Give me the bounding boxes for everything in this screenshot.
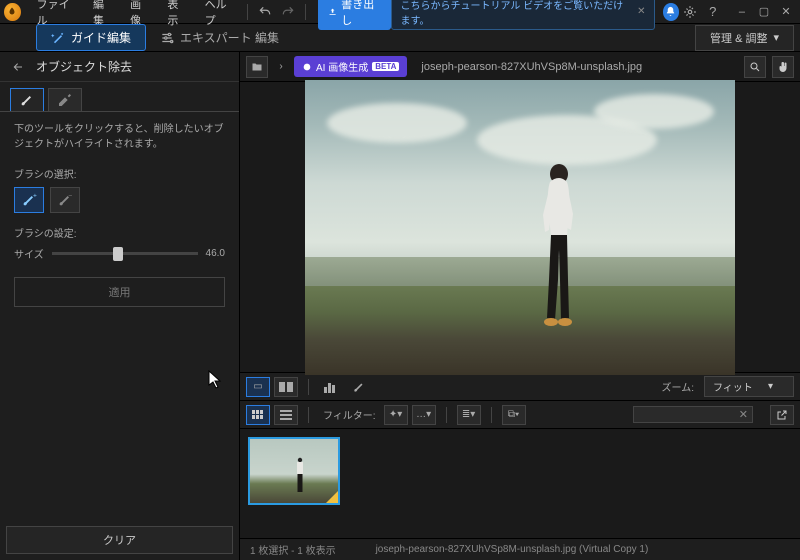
view-compare-button[interactable]	[274, 377, 298, 397]
histogram-icon[interactable]	[319, 377, 343, 397]
filter-rating-button[interactable]: …▾	[412, 405, 436, 425]
search-input[interactable]	[633, 406, 753, 423]
close-banner-icon[interactable]: ✕	[637, 6, 645, 17]
edited-badge-icon	[326, 491, 338, 503]
view-single-button[interactable]: ▭	[246, 377, 270, 397]
brush-quick-icon[interactable]	[347, 377, 371, 397]
layout-list-button[interactable]	[274, 405, 298, 425]
back-icon[interactable]	[8, 57, 28, 77]
zoom-label: ズーム:	[662, 379, 694, 394]
tool-tab-brush[interactable]	[10, 88, 44, 112]
maximize-icon[interactable]: ▢	[754, 3, 774, 21]
tab-guide-edit[interactable]: ガイド編集	[36, 24, 146, 51]
ai-image-gen-button[interactable]: AI 画像生成 BETA	[294, 56, 407, 77]
size-label: サイズ	[14, 246, 44, 261]
apply-button[interactable]: 適用	[14, 277, 225, 307]
chevron-down-icon: ▾	[773, 31, 779, 44]
panel-title: オブジェクト除去	[36, 58, 132, 75]
tool-hint: 下のツールをクリックすると、削除したいオブジェクトがハイライトされます。	[14, 122, 225, 152]
chevron-down-icon: ▾	[768, 381, 773, 392]
size-slider[interactable]	[52, 252, 198, 255]
thumbnail-strip	[240, 428, 800, 538]
zoom-select[interactable]: フィット▾	[704, 376, 794, 397]
brush-subtract-button[interactable]: −	[50, 187, 80, 213]
svg-text:+: +	[33, 192, 37, 199]
brush-select-label: ブラシの選択:	[14, 166, 225, 181]
thumbnail-item[interactable]	[248, 437, 340, 505]
clear-search-icon[interactable]: ✕	[739, 408, 748, 421]
brush-add-button[interactable]: +	[14, 187, 44, 213]
zoom-tool-icon[interactable]	[744, 56, 766, 78]
notification-icon[interactable]	[663, 3, 680, 21]
current-filename: joseph-pearson-827XUhVSp8M-unsplash.jpg	[421, 61, 642, 73]
tab-expert-edit[interactable]: エキスパート 編集	[146, 25, 293, 50]
open-external-icon[interactable]	[770, 405, 794, 425]
app-logo-icon	[4, 3, 21, 21]
status-selection: 1 枚選択 - 1 枚表示	[250, 542, 336, 557]
tool-tab-smart[interactable]	[48, 88, 82, 112]
photo-preview	[305, 80, 735, 375]
svg-text:−: −	[68, 192, 72, 199]
undo-icon[interactable]	[256, 2, 274, 22]
filter-label: フィルター:	[323, 407, 376, 422]
clear-button[interactable]: クリア	[6, 526, 233, 554]
settings-icon[interactable]	[681, 2, 699, 22]
layout-grid-button[interactable]	[246, 405, 270, 425]
sliders-icon	[160, 31, 174, 45]
chevron-right-icon: ›	[274, 56, 288, 78]
pan-tool-icon[interactable]	[772, 56, 794, 78]
wand-icon	[51, 31, 65, 45]
folder-nav-button[interactable]	[246, 56, 268, 78]
size-value: 46.0	[206, 248, 225, 259]
help-icon[interactable]: ?	[704, 2, 722, 22]
tutorial-banner[interactable]: こちらからチュートリアル ビデオをご覧いただけます。 ✕	[391, 0, 654, 30]
filter-tags-button[interactable]: ✦▾	[384, 405, 408, 425]
person-figure	[529, 160, 583, 330]
upload-icon	[328, 7, 337, 17]
minimize-icon[interactable]: –	[732, 3, 752, 21]
sparkle-icon	[302, 62, 312, 72]
brush-settings-label: ブラシの設定:	[14, 225, 225, 240]
close-icon[interactable]: ✕	[776, 3, 796, 21]
beta-badge: BETA	[372, 62, 399, 71]
status-filename: joseph-pearson-827XUhVSp8M-unsplash.jpg …	[376, 544, 649, 555]
stack-button[interactable]: ⧉▾	[502, 405, 526, 425]
canvas[interactable]	[240, 82, 800, 372]
manage-adjust-button[interactable]: 管理 & 調整 ▾	[695, 25, 794, 51]
redo-icon[interactable]	[279, 2, 297, 22]
sort-button[interactable]: ≣▾	[457, 405, 481, 425]
export-button[interactable]: 書き出し	[318, 0, 391, 30]
